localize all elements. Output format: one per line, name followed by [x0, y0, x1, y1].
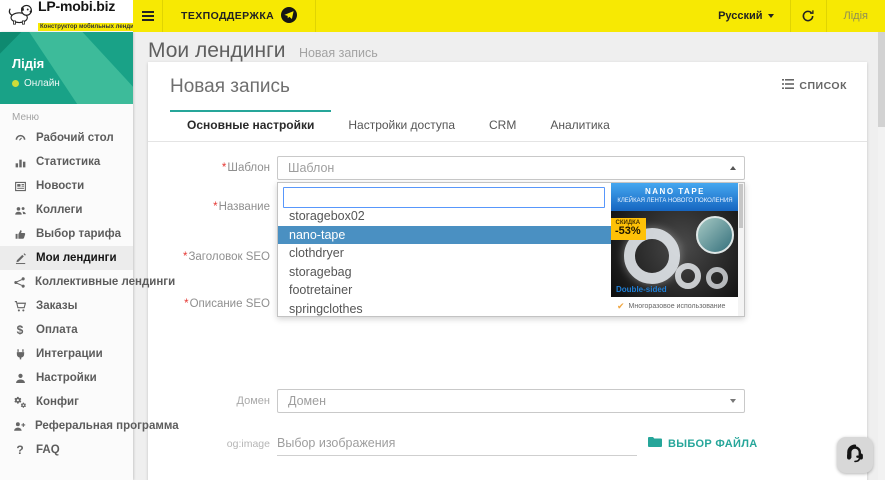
main-content: Мои лендинги Новая запись Новая запись С… [133, 32, 885, 480]
sidebar-item-settings[interactable]: Настройки [0, 366, 133, 390]
cart-icon [13, 300, 27, 313]
thumbs-up-icon [13, 228, 27, 241]
sidebar-user-name: Лідія [12, 56, 60, 71]
tab-bar: Основные настройки Настройки доступа CRM… [148, 110, 867, 142]
preview-feature: Многоразовое использование [629, 303, 726, 310]
template-option[interactable]: clothdryer [278, 244, 611, 263]
sidebar-item-tariff[interactable]: Выбор тарифа [0, 222, 133, 246]
language-label: Русский [718, 10, 762, 22]
preview-inset-photo [696, 216, 734, 254]
sidebar-item-colleagues[interactable]: Коллеги [0, 198, 133, 222]
bar-chart-icon [13, 156, 27, 169]
template-label: *Шаблон [148, 162, 270, 174]
sidebar-user-panel: Лідія Онлайн [0, 32, 133, 104]
list-icon [782, 79, 794, 92]
sidebar-item-orders[interactable]: Заказы [0, 294, 133, 318]
sidebar-item-integrations[interactable]: Интеграции [0, 342, 133, 366]
page-title: Мои лендинги [148, 39, 285, 62]
headset-icon [844, 442, 866, 469]
preview-title: NANO TAPE [611, 187, 739, 196]
sidebar-item-referral[interactable]: Реферальная программа [0, 414, 133, 438]
sidebar-item-payment[interactable]: $ Оплата [0, 318, 133, 342]
support-button[interactable]: ТЕХПОДДЕРЖКА [163, 0, 316, 32]
gauge-icon [13, 132, 27, 145]
tab-crm[interactable]: CRM [472, 110, 533, 141]
telegram-icon [281, 7, 297, 26]
chevron-up-icon [730, 166, 736, 170]
online-status-dot [12, 80, 19, 87]
pencil-icon [13, 252, 27, 265]
news-icon [13, 180, 27, 193]
template-search-input[interactable] [283, 187, 605, 208]
tab-analytics[interactable]: Аналитика [533, 110, 626, 141]
preview-caption: Double-sided [616, 285, 667, 294]
support-label: ТЕХПОДДЕРЖКА [181, 10, 274, 22]
sidebar-item-config[interactable]: Конфиг [0, 390, 133, 414]
template-dropdown: storagebox02 nano-tape clothdryer storag… [277, 182, 745, 317]
sidebar-item-my-landings[interactable]: Мои лендинги [0, 246, 133, 270]
language-selector[interactable]: Русский [702, 0, 789, 32]
preview-subtitle: КЛЕЙКАЯ ЛЕНТА НОВОГО ПОКОЛЕНИЯ [611, 198, 739, 204]
page-scrollbar [878, 32, 885, 480]
seo-description-label: *Описание SEO [148, 298, 270, 310]
refresh-button[interactable] [790, 0, 826, 32]
discount-badge: СКИДКА -53% [611, 218, 646, 240]
folder-icon [648, 436, 662, 451]
question-icon: ? [13, 443, 27, 457]
new-record-card: Новая запись СПИСОК Основные настройки Н… [148, 62, 867, 480]
top-bar-yellow: ТЕХПОДДЕРЖКА Русский Лідія [133, 0, 885, 32]
template-preview-image: NANO TAPE КЛЕЙКАЯ ЛЕНТА НОВОГО ПОКОЛЕНИЯ… [611, 183, 739, 316]
template-option[interactable]: footretainer [278, 281, 611, 300]
dropdown-scrollbar [738, 183, 744, 316]
topbar-username[interactable]: Лідія [826, 0, 885, 32]
top-bar: LP-mobi.biz Конструктор мобильных лендин… [0, 0, 885, 32]
sidebar-item-dashboard[interactable]: Рабочий стол [0, 126, 133, 150]
template-option[interactable]: springclothes [278, 300, 611, 319]
share-icon [13, 276, 26, 289]
sidebar-item-collective-landings[interactable]: Коллективные лендинги [0, 270, 133, 294]
og-image-label: og:image [148, 438, 270, 450]
template-option[interactable]: storagebag [278, 263, 611, 282]
support-chat-widget[interactable] [837, 437, 873, 473]
domain-label: Домен [148, 395, 270, 407]
gears-icon [13, 396, 27, 409]
sidebar-item-news[interactable]: Новости [0, 174, 133, 198]
dropdown-scrollbar-thumb[interactable] [739, 184, 743, 228]
plug-icon [13, 348, 27, 361]
sidebar: Лідія Онлайн Меню Рабочий стол Статистик… [0, 32, 133, 480]
page-scrollbar-thumb[interactable] [878, 32, 885, 127]
card-title: Новая запись [170, 76, 867, 98]
sidebar-item-faq[interactable]: ? FAQ [0, 438, 133, 462]
check-icon: ✔ [617, 301, 625, 312]
template-option-highlighted[interactable]: nano-tape [278, 226, 611, 245]
template-select[interactable]: Шаблон [277, 156, 745, 180]
template-option[interactable]: storagebox02 [278, 207, 611, 226]
template-option-list: storagebox02 nano-tape clothdryer storag… [278, 207, 611, 318]
chevron-down-icon [730, 399, 736, 403]
menu-section-label: Меню [12, 112, 133, 123]
sidebar-item-statistics[interactable]: Статистика [0, 150, 133, 174]
list-button[interactable]: СПИСОК [782, 79, 847, 92]
domain-select[interactable]: Домен [277, 389, 745, 413]
users-icon [13, 204, 27, 217]
online-status-label: Онлайн [24, 78, 60, 89]
user-plus-icon [13, 420, 26, 433]
tab-main-settings[interactable]: Основные настройки [170, 110, 331, 141]
og-image-input[interactable] [277, 430, 637, 456]
chevron-down-icon [768, 14, 774, 18]
name-label: *Название [148, 201, 270, 213]
breadcrumb: Новая запись [299, 46, 378, 60]
logo[interactable]: LP-mobi.biz Конструктор мобильных лендин… [0, 0, 133, 32]
dollar-icon: $ [13, 323, 27, 337]
seo-title-label: *Заголовок SEO [148, 251, 270, 263]
tab-access-settings[interactable]: Настройки доступа [331, 110, 472, 141]
dog-logo-icon [7, 3, 33, 30]
choose-file-button[interactable]: ВЫБОР ФАЙЛА [648, 436, 758, 451]
user-icon [13, 372, 27, 385]
hamburger-menu-icon[interactable] [133, 0, 163, 32]
